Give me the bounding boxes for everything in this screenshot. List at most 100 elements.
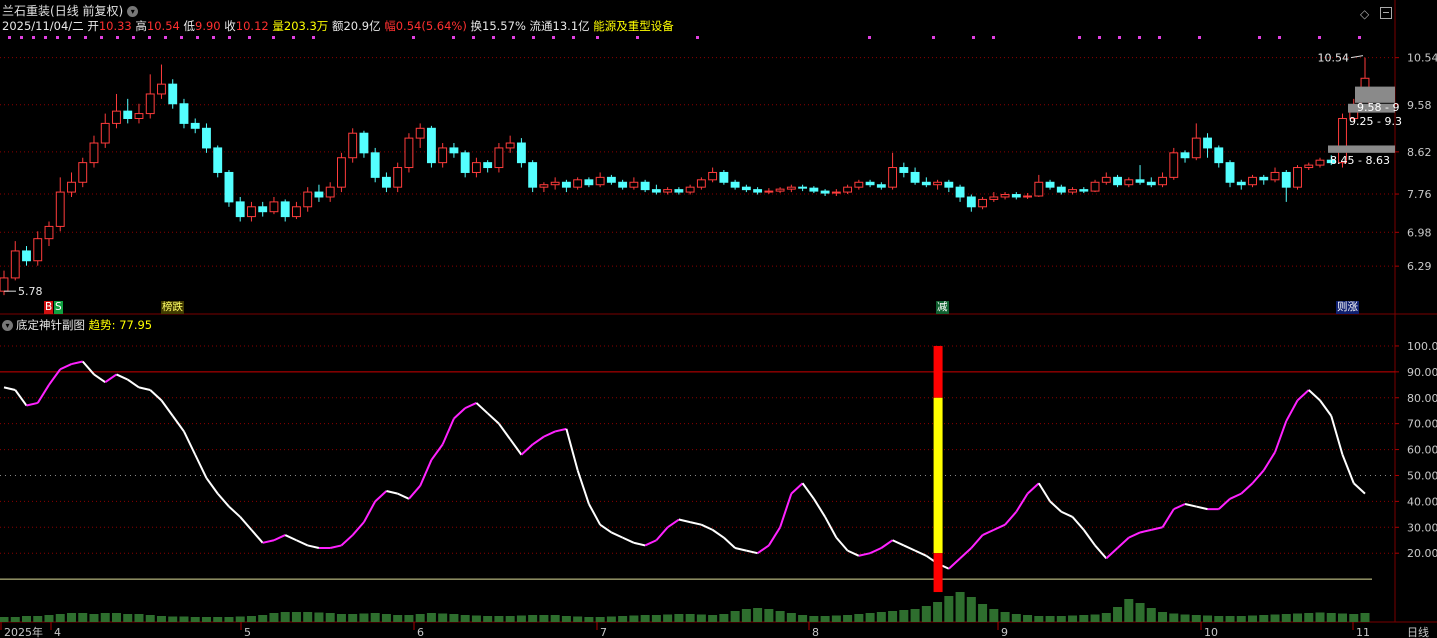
trend-line-segment [1004,511,1018,526]
trend-line-segment [1128,531,1141,539]
volume-bar [1315,612,1325,622]
trend-line-segment [993,523,1006,531]
indicator-name[interactable]: 底定神针副图 [16,318,85,332]
candle-body [235,201,245,218]
signal-dot [492,36,495,39]
candle-body [966,196,976,208]
trend-line-segment [386,490,398,495]
trend-line-segment [1196,505,1208,511]
candle-body [44,225,54,240]
signal-dot [572,36,575,39]
signal-dot [596,36,599,39]
signal-rise-badge[interactable]: 则涨 [1336,301,1359,314]
candle-body [876,184,886,188]
volume-bar [156,616,166,622]
candle-body [224,171,234,203]
trend-line-segment [1026,482,1040,495]
trend-line-segment [1341,454,1355,484]
signal-b-badge[interactable]: B [44,301,54,314]
volume-bar [1056,616,1066,622]
trend-line-segment [835,536,849,552]
volume-bar [258,615,268,622]
volume-bar [1281,614,1291,622]
candle-body [629,181,639,188]
volume-bar [730,611,740,622]
candle-body [33,238,43,262]
change-value: 0.54(5.64%) [395,19,467,33]
low-marker-label: 5.78 [18,285,43,298]
trend-line-segment [982,528,995,536]
diamond-icon[interactable]: ◇ [1360,7,1369,21]
signal-dot [412,36,415,39]
candle-body [67,181,76,193]
signal-reduce-badge[interactable]: 减 [936,301,949,314]
candle-body [1146,181,1156,186]
candle-body [404,137,414,169]
volume-bar [1146,608,1156,622]
price-tick-label: 10.54 [1407,52,1437,65]
trend-line-segment [59,363,72,371]
trend-line-segment [1353,482,1366,495]
volume-bar [348,614,358,622]
trend-line-segment [475,402,489,415]
volume-bar [561,616,571,622]
volume-bar [1191,615,1201,622]
change-label: 幅 [384,19,396,33]
volume-bar [685,614,695,622]
time-tick-label: 6 [417,626,424,638]
trend-line-segment [813,498,826,518]
trend-line-segment [419,459,433,487]
candle-body [640,181,650,191]
candle-body [1315,159,1325,166]
signal-dot [696,36,699,39]
candle-body [269,201,279,213]
trend-line-segment [790,482,804,495]
trend-line-segment [948,557,961,570]
volume-bar [145,615,155,622]
candle-body [753,189,763,193]
stock-chart[interactable]: 10.54 9.58 8.62 7.76 6.98 6.29 9.58 - 99.25 - … [0,0,1437,638]
trend-line-segment [340,534,354,547]
volume-bar [1011,614,1021,622]
candle-body [438,147,448,164]
candle-body [449,147,459,154]
volume-bar [1135,603,1145,622]
trend-line-segment [588,503,602,526]
trend-line-segment [127,378,140,389]
candle-body [1270,171,1280,181]
trend-line-segment [959,547,972,560]
signal-dot [32,36,35,39]
chart-mode: (日线 前复权) [50,4,124,18]
chevron-down-icon[interactable]: ▾ [127,6,139,17]
window-close-icon[interactable] [1380,7,1392,19]
volume-bar [10,617,20,622]
candle-body [1124,179,1134,186]
volume-bar [89,614,99,622]
trend-line-segment [779,493,793,528]
signal-dot [272,36,275,39]
trend-line-segment [1105,547,1119,560]
trend-line-segment [1262,451,1276,471]
candle-body [696,179,706,188]
volume-value: 203.3万 [283,19,329,33]
candle-body [730,181,740,188]
volume-bar [753,608,763,622]
stock-name[interactable]: 兰石重装 [2,4,50,18]
signal-dot [932,36,935,39]
signal-s-badge[interactable]: S [54,301,63,314]
volume-bar [764,609,774,622]
signal-drop-badge[interactable]: 榜跌 [161,301,184,314]
trend-line-segment [1308,389,1321,402]
sector-tag[interactable]: 能源及重型设备 [593,19,674,33]
volume-bar [1349,614,1359,622]
candle-body [213,147,223,173]
volume-bar [1079,615,1089,622]
chevron-down-icon[interactable]: ▾ [2,320,13,331]
volume-bar [595,617,605,622]
signal-dot [164,36,167,39]
candle-body [1180,152,1190,159]
trend-line-segment [3,386,16,391]
time-tick-label: 10 [1204,626,1218,638]
volume-bar [359,613,369,622]
time-tick-label: 7 [600,626,607,638]
